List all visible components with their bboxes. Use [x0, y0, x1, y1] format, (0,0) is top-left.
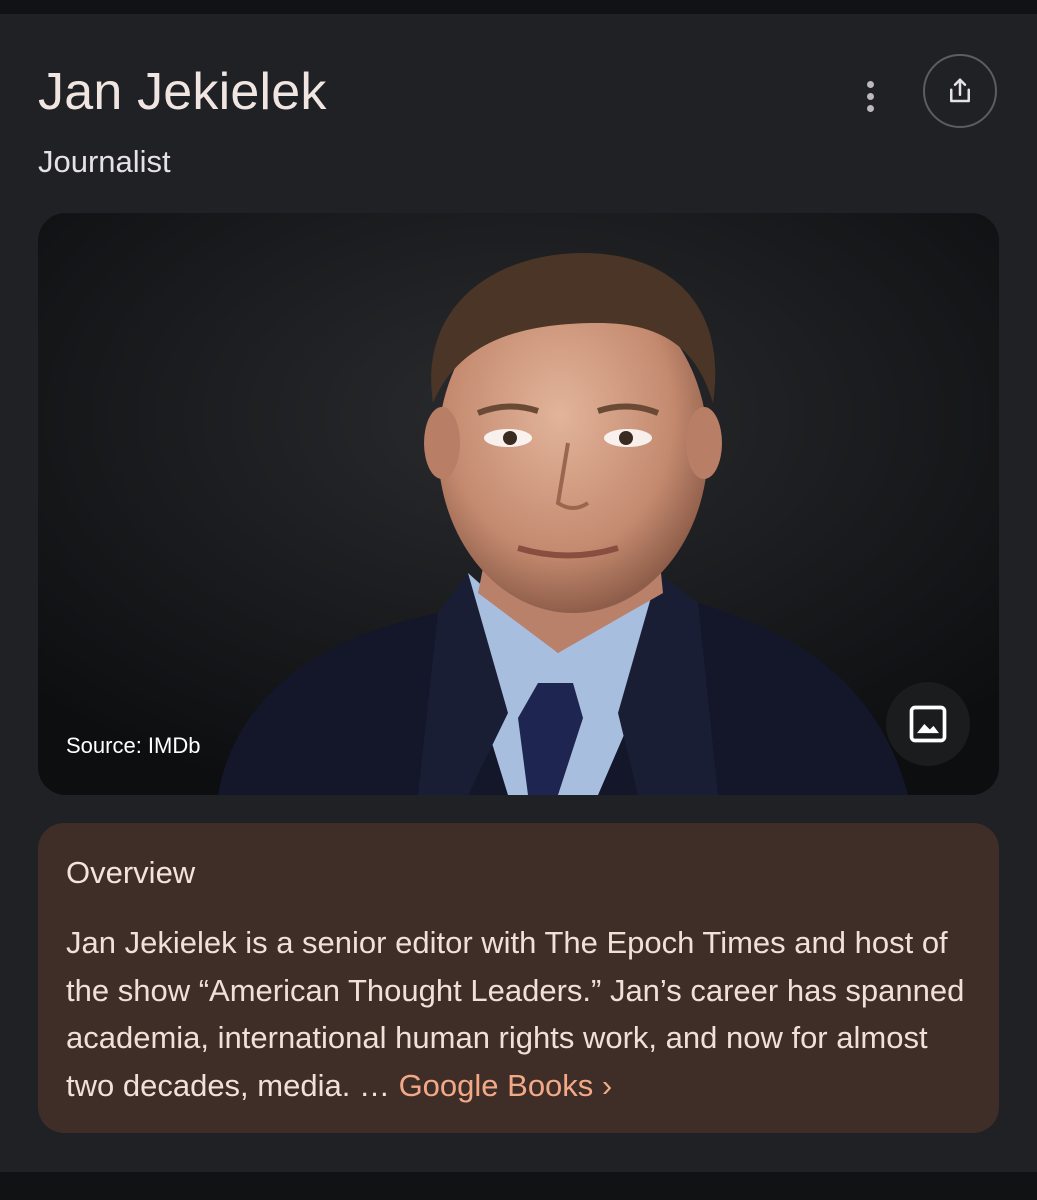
image-icon [909, 705, 947, 743]
google-books-label: Google Books [398, 1067, 594, 1103]
entity-subtitle: Journalist [38, 144, 171, 179]
google-books-link[interactable]: Google Books › [399, 1068, 613, 1103]
bottom-divider [0, 1172, 1037, 1200]
share-icon [950, 78, 970, 103]
overview-card: Overview Jan Jekielek is a senior editor… [38, 823, 999, 1133]
overview-text: Jan Jekielek is a senior editor with The… [66, 919, 976, 1109]
chevron-right-icon: › [601, 1067, 613, 1103]
top-divider [0, 0, 1037, 14]
share-button[interactable] [923, 54, 997, 128]
portrait-image [38, 213, 999, 795]
entity-photo[interactable]: Source: IMDb [38, 213, 999, 795]
more-vertical-icon [866, 80, 874, 88]
more-options-button[interactable] [846, 72, 894, 120]
entity-title: Jan Jekielek [38, 63, 327, 121]
image-source-label: Source: IMDb [66, 733, 201, 758]
view-images-button[interactable] [886, 682, 970, 766]
overview-heading: Overview [66, 855, 196, 890]
